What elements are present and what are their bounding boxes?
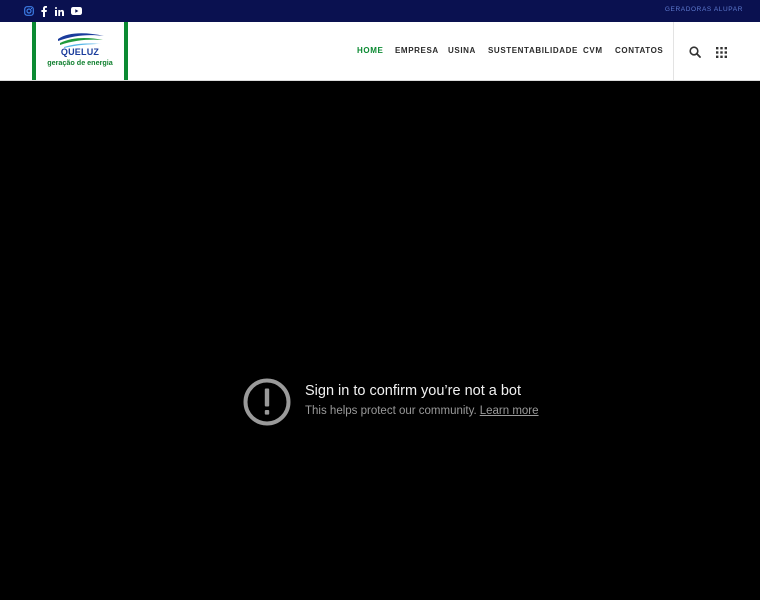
nav-item-cvm[interactable]: CVM: [583, 46, 603, 55]
queluz-logo[interactable]: QUELUZ geração de energia: [32, 22, 128, 80]
video-embed[interactable]: Sign in to confirm you’re not a bot This…: [0, 81, 760, 600]
header-divider: [673, 22, 674, 80]
nav-item-sustentabilidade[interactable]: SUSTENTABILIDADE: [488, 46, 578, 55]
instagram-icon[interactable]: [23, 4, 35, 18]
logo-tagline: geração de energia: [47, 58, 113, 67]
youtube-icon[interactable]: [71, 4, 82, 18]
search-icon[interactable]: [689, 45, 701, 63]
facebook-icon[interactable]: [40, 4, 48, 18]
top-bar: GERADORAS ALUPAR: [0, 0, 760, 22]
nav-item-usina[interactable]: USINA: [448, 46, 476, 55]
geradoras-alupar-link[interactable]: GERADORAS ALUPAR: [665, 6, 743, 13]
grid-menu-icon[interactable]: [716, 45, 727, 63]
nav-item-empresa[interactable]: EMPRESA: [395, 46, 439, 55]
nav-item-home[interactable]: HOME: [357, 46, 383, 55]
alert-icon: [243, 378, 291, 431]
site-header: QUELUZ geração de energia HOME EMPRESA U…: [0, 22, 760, 80]
linkedin-icon[interactable]: [54, 4, 64, 18]
bot-check-title: Sign in to confirm you’re not a bot: [305, 383, 522, 399]
logo-name: QUELUZ: [60, 47, 100, 57]
learn-more-link[interactable]: Learn more: [480, 405, 539, 417]
bot-check-body: This helps protect our community. Learn m…: [305, 405, 539, 417]
logo-wave-icon: [58, 33, 104, 48]
nav-item-contatos[interactable]: CONTATOS: [615, 46, 663, 55]
bot-check-text: This helps protect our community.: [305, 405, 477, 417]
